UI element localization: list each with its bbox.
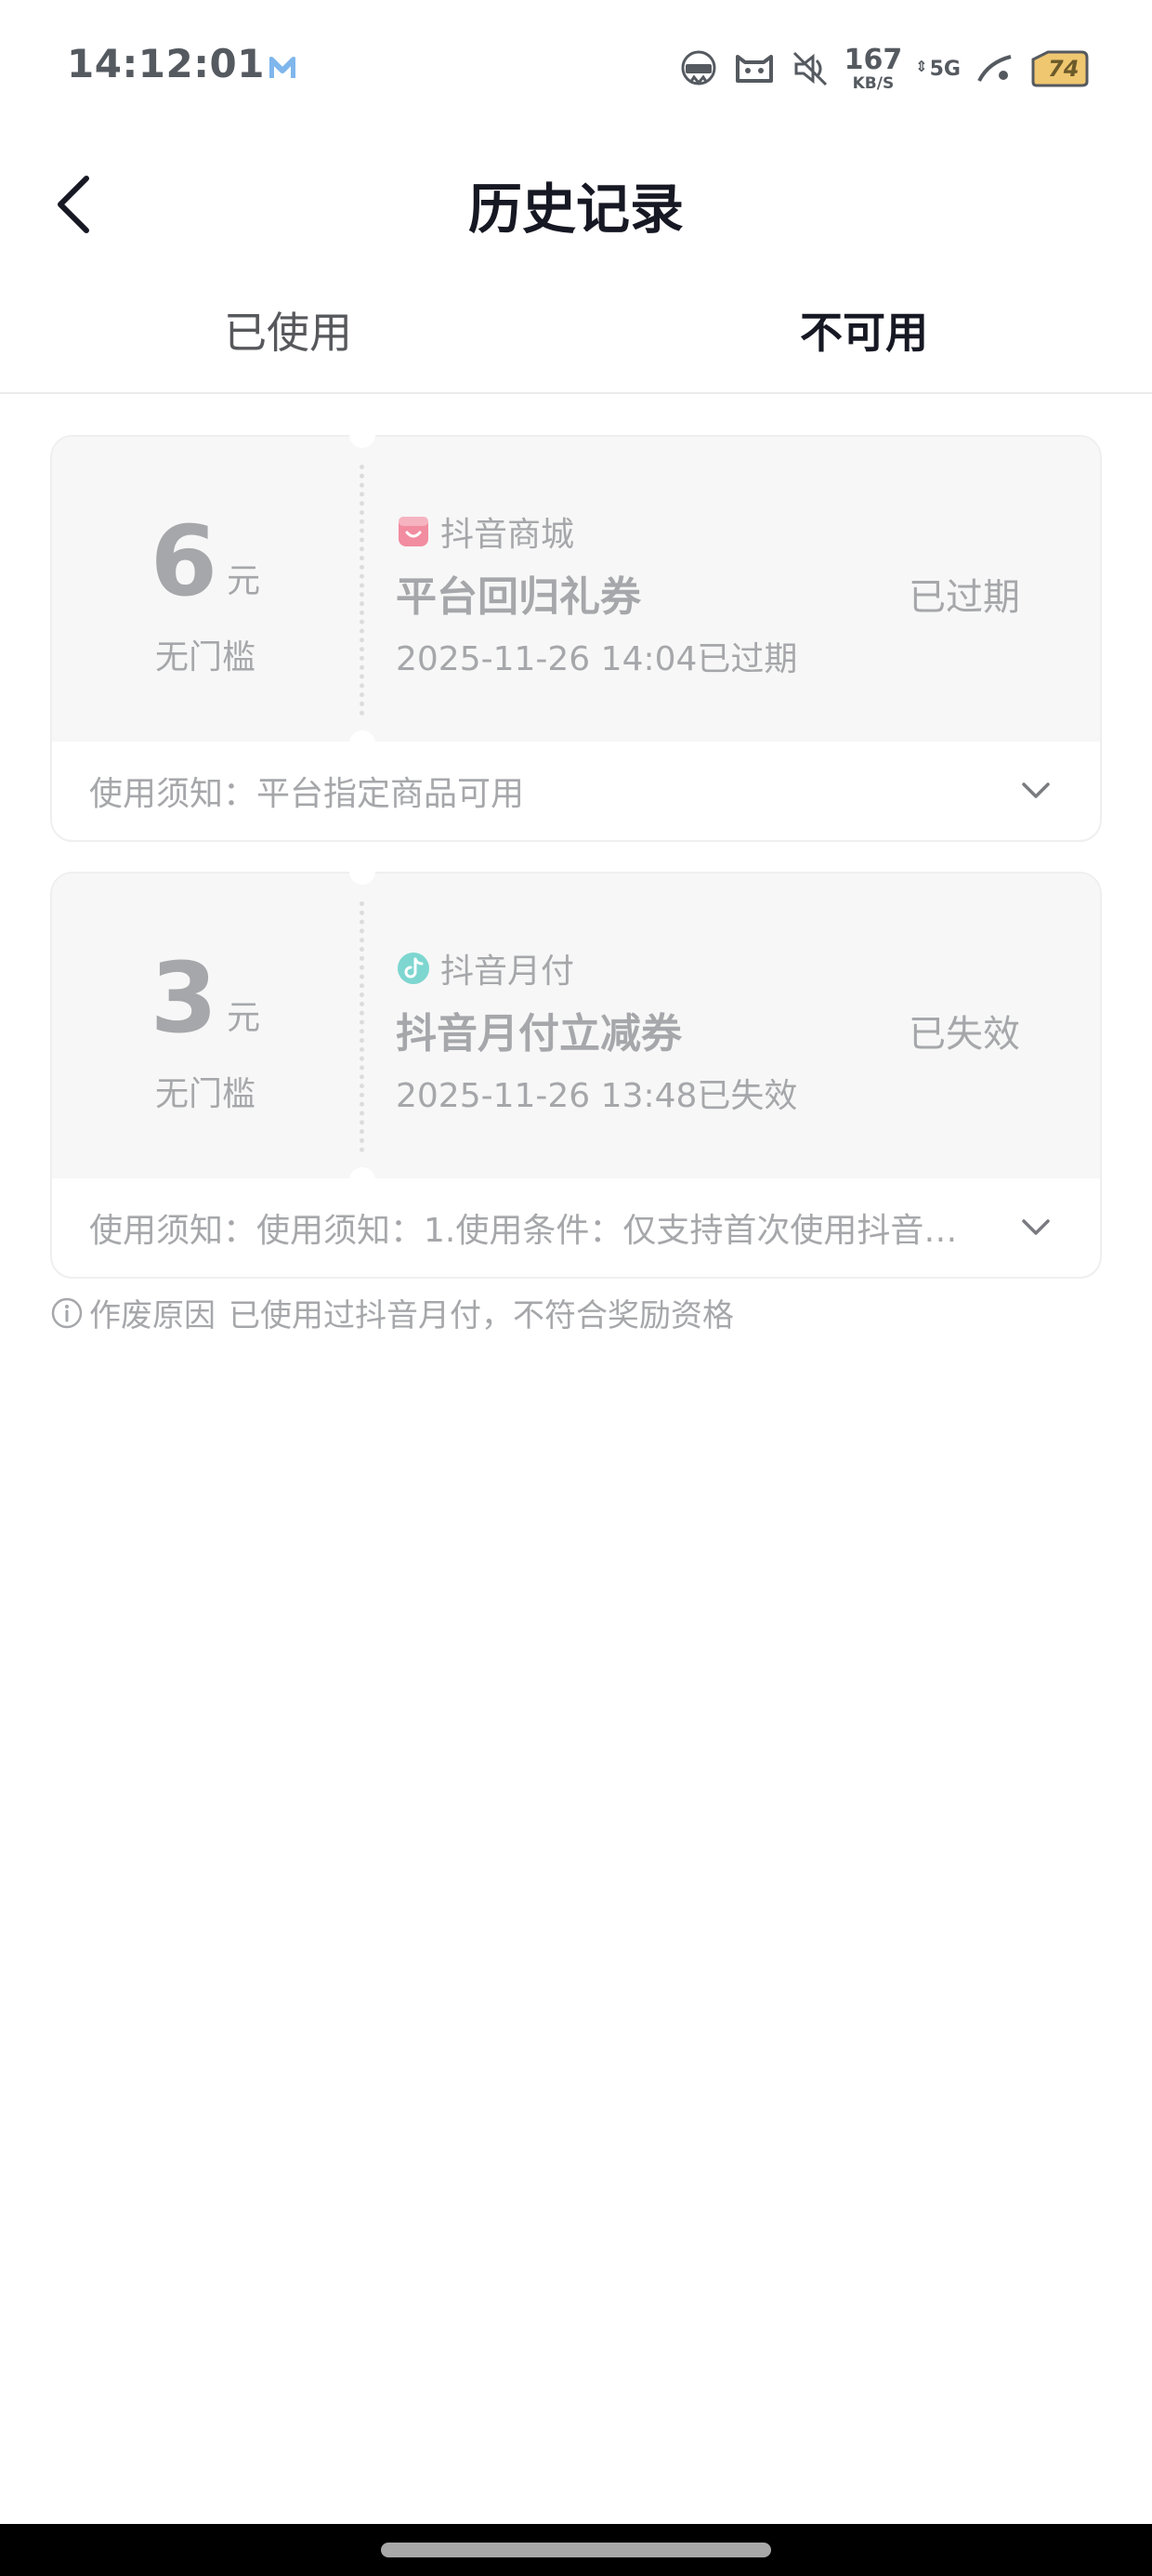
- coupon-body: 6 元 无门槛 抖音商城 平台回归礼券 2025-11-26 14:04已过期 …: [52, 422, 1100, 756]
- coupon-time: 2025-11-26 14:04已过期: [396, 640, 798, 678]
- coupon-status: 已过期: [909, 576, 1020, 619]
- network-speed-unit: KB/S: [852, 73, 895, 93]
- tab-unavailable[interactable]: 不可用: [576, 279, 1152, 392]
- coupon-source: 抖音商城: [396, 507, 574, 556]
- system-nav-bar: [0, 2524, 1152, 2576]
- page-header: 历史记录: [0, 139, 1152, 269]
- coupon-name: 平台回归礼券: [396, 573, 641, 621]
- coupon-source: 抖音月付: [396, 944, 574, 992]
- tab-used[interactable]: 已使用: [0, 279, 576, 392]
- coupon-divider: [360, 901, 364, 1152]
- void-reason-text: 已使用过抖音月付，不符合奖励资格: [229, 1297, 734, 1334]
- coupon-amount-area: 3 元 无门槛: [52, 874, 359, 1178]
- coupon-notice-row[interactable]: 使用须知：使用须知：1.使用条件：仅支持首次使用抖音月...: [52, 1178, 1100, 1277]
- status-time: 14:12:01: [67, 41, 265, 86]
- douyin-pay-icon: [398, 953, 429, 984]
- coupon-amount-row: 3 元: [52, 950, 359, 1046]
- signal-icon: [977, 55, 1012, 82]
- mall-shop-icon: [399, 517, 428, 546]
- coupon-threshold: 无门槛: [154, 638, 255, 677]
- void-reason: 作废原因 已使用过抖音月付，不符合奖励资格: [50, 1290, 734, 1335]
- home-indicator[interactable]: [381, 2543, 771, 2557]
- coupon-card: 3 元 无门槛 抖音月付 抖音月付立减券 2025-11-26 13:48已失效…: [50, 859, 1102, 1279]
- coupon-notch: [349, 859, 375, 885]
- app-m-icon: [269, 57, 295, 78]
- coupon-card: 6 元 无门槛 抖音商城 平台回归礼券 2025-11-26 14:04已过期 …: [50, 422, 1102, 842]
- coupon-amount: 6: [150, 505, 218, 618]
- network-type: ⇕ 5G: [915, 58, 961, 81]
- coupon-source-name: 抖音商城: [440, 516, 575, 554]
- coupon-divider: [360, 465, 364, 716]
- tab-bar: 已使用 不可用: [0, 279, 1152, 394]
- info-icon: [51, 1297, 83, 1328]
- network-speed-value: 167: [844, 43, 903, 76]
- status-indicators: 167 KB/S ⇕ 5G 74: [677, 43, 1089, 95]
- coupon-amount-row: 6 元: [52, 513, 359, 610]
- coupon-amount: 3: [150, 941, 218, 1055]
- coupon-source-name: 抖音月付: [440, 953, 575, 991]
- coupon-body: 3 元 无门槛 抖音月付 抖音月付立减券 2025-11-26 13:48已失效…: [52, 859, 1100, 1193]
- coupon-notice: 使用须知：平台指定商品可用: [89, 775, 525, 813]
- coupon-amount-area: 6 元 无门槛: [52, 437, 359, 742]
- coupon-threshold: 无门槛: [154, 1075, 255, 1113]
- status-bar: 14:12:01 167 KB/S ⇕ 5G 74: [0, 0, 1152, 139]
- coupon-notice: 使用须知：使用须知：1.使用条件：仅支持首次使用抖音月...: [89, 1212, 981, 1250]
- cat-face-icon: [735, 55, 773, 83]
- network-type-label: 5G: [929, 57, 961, 81]
- nfc-icon: [681, 50, 716, 85]
- data-arrows-icon: ⇕: [915, 57, 928, 75]
- battery-level: 74: [1048, 56, 1080, 82]
- coupon-amount-unit: 元: [227, 562, 261, 600]
- coupon-notice-row[interactable]: 使用须知：平台指定商品可用: [52, 742, 1100, 840]
- coupon-name: 抖音月付立减券: [396, 1010, 682, 1058]
- void-reason-label: 作废原因: [89, 1297, 216, 1334]
- coupon-notch: [349, 422, 375, 448]
- network-speed: 167 KB/S: [844, 46, 903, 92]
- coupon-amount-unit: 元: [227, 999, 261, 1037]
- coupon-status: 已失效: [909, 1013, 1020, 1056]
- mute-icon: [792, 51, 827, 86]
- page-title: 历史记录: [467, 177, 684, 241]
- chevron-down-icon[interactable]: [1018, 773, 1054, 808]
- chevron-down-icon[interactable]: [1018, 1210, 1054, 1245]
- battery-indicator: 74: [1029, 50, 1089, 87]
- coupon-time: 2025-11-26 13:48已失效: [396, 1077, 798, 1115]
